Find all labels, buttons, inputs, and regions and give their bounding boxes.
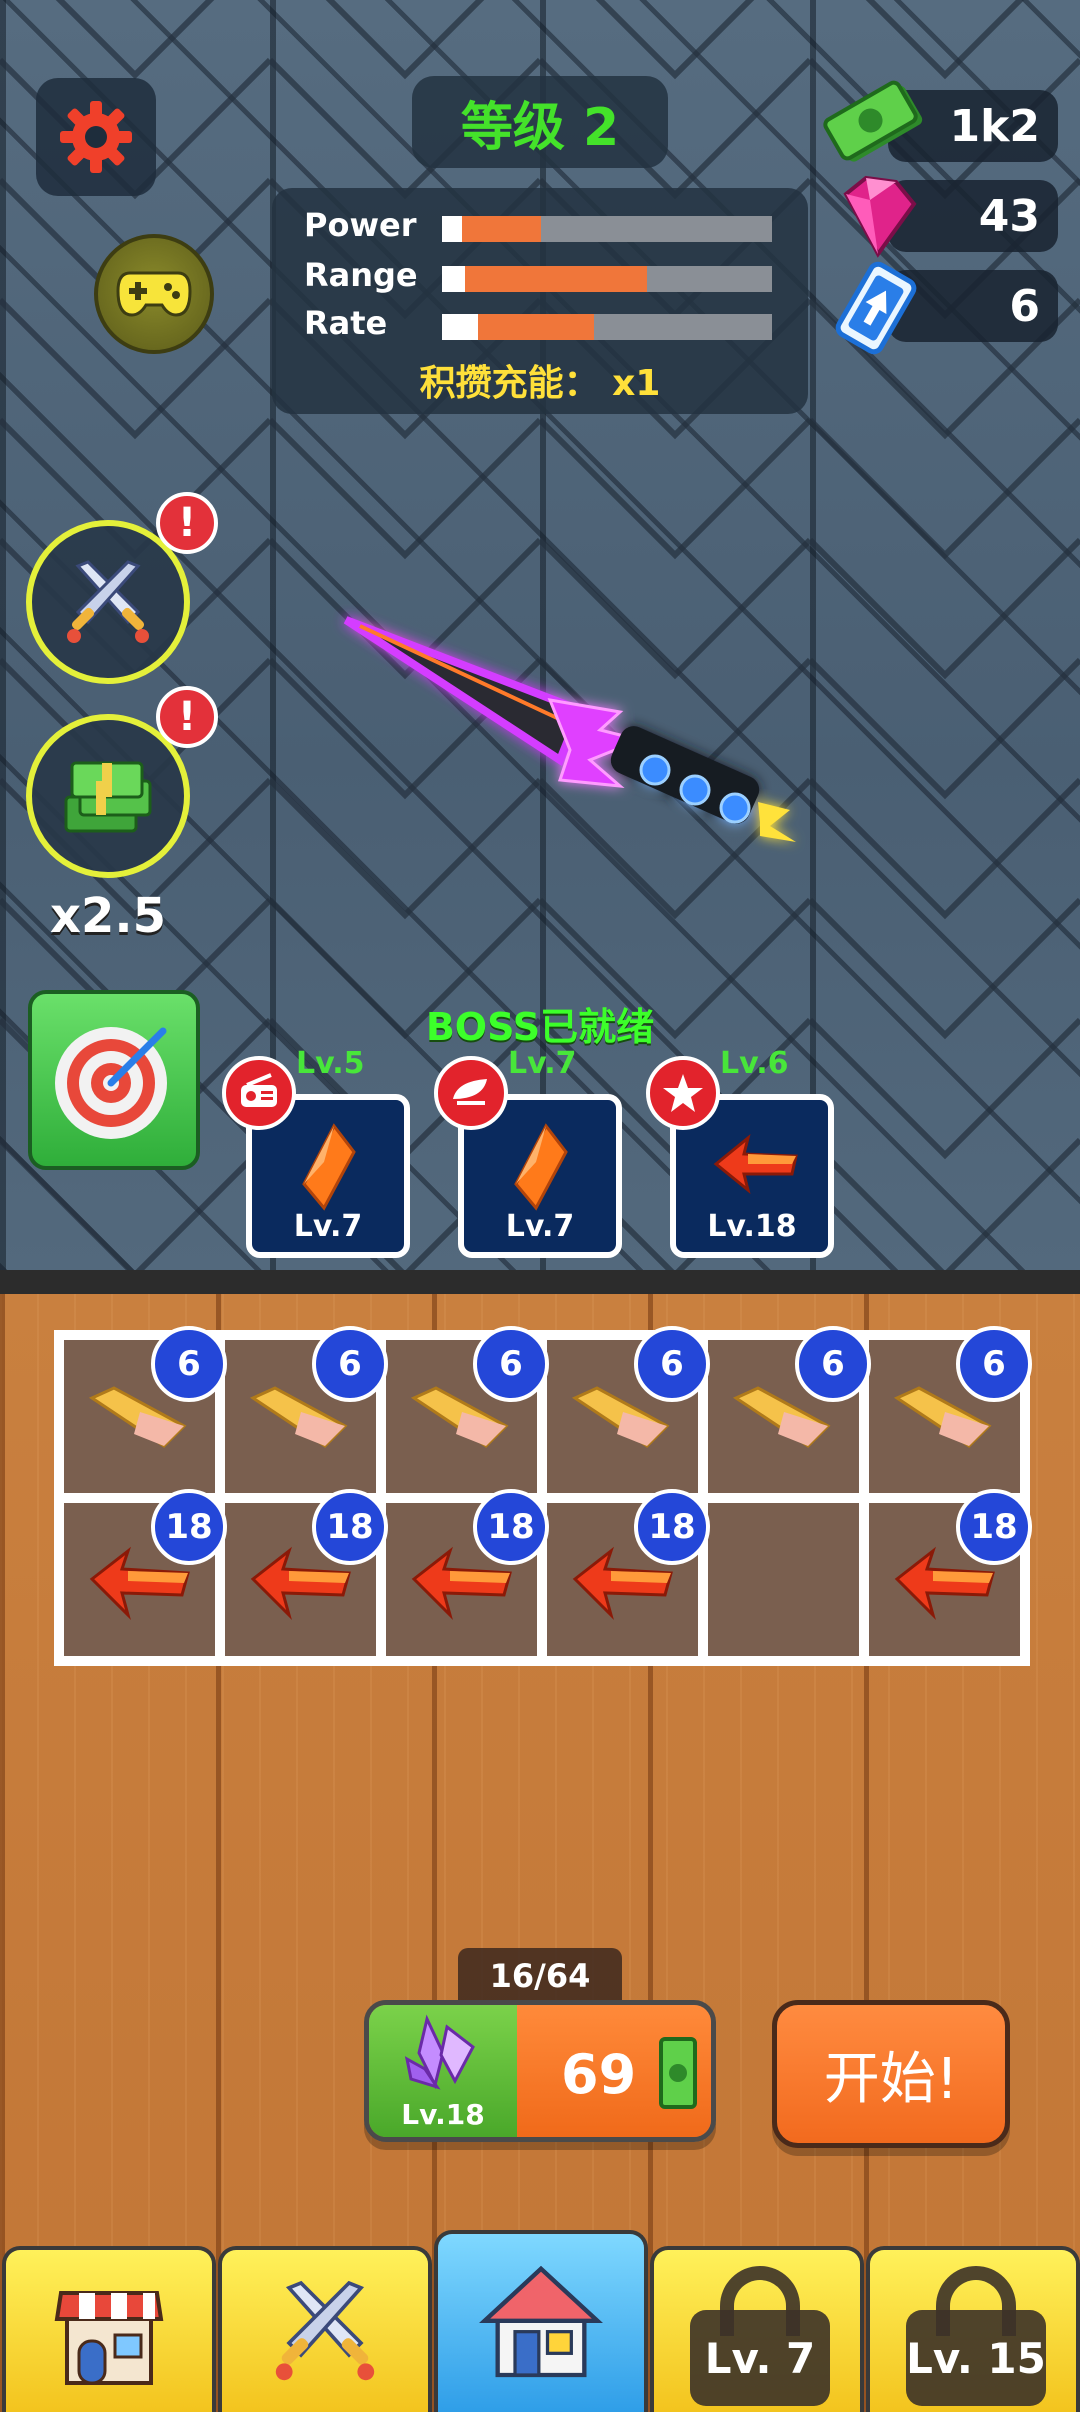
orange-crystal-icon bbox=[302, 1123, 356, 1211]
grid-cell[interactable]: 18 bbox=[386, 1489, 549, 1656]
locked-level-label: Lv. 15 bbox=[906, 2310, 1046, 2406]
weapons-alert-badge: ! bbox=[156, 492, 218, 554]
buy-price: 69 bbox=[561, 2043, 637, 2106]
income-alert-badge: ! bbox=[156, 686, 218, 748]
grid-capacity-counter: 16/64 bbox=[458, 1948, 622, 2004]
start-button[interactable]: 开始! bbox=[772, 2000, 1010, 2148]
grid-cell[interactable]: 6 bbox=[708, 1326, 871, 1493]
item-level-badge: 18 bbox=[312, 1489, 388, 1565]
settings-button[interactable] bbox=[36, 78, 156, 196]
turret-2-level: Lv.7 bbox=[505, 1209, 575, 1244]
item-level-badge: 18 bbox=[151, 1489, 227, 1565]
player-level-label: 等级 2 bbox=[412, 76, 668, 168]
item-level-badge: 6 bbox=[473, 1326, 549, 1402]
star-icon bbox=[646, 1056, 720, 1130]
grid-cell[interactable]: 18 bbox=[869, 1489, 1032, 1656]
orange-crystal-icon bbox=[514, 1123, 568, 1211]
gem-icon bbox=[843, 175, 917, 258]
grid-cell[interactable]: 6 bbox=[869, 1326, 1032, 1493]
bullet-icon bbox=[434, 1056, 508, 1130]
rate-bar bbox=[442, 314, 772, 340]
item-level-badge: 6 bbox=[956, 1326, 1032, 1402]
stats-panel: Power Range Rate 积攒充能： x1 bbox=[272, 188, 808, 414]
scene-divider bbox=[0, 1270, 1080, 1294]
grid-cell[interactable]: 6 bbox=[64, 1326, 227, 1493]
grid-cell[interactable]: 6 bbox=[386, 1326, 549, 1493]
home-icon bbox=[479, 2265, 603, 2378]
item-level-badge: 6 bbox=[312, 1326, 388, 1402]
boss-ready-label: BOSS已就绪 bbox=[425, 1005, 655, 1049]
stat-label-power: Power bbox=[304, 206, 417, 244]
item-level-badge: 6 bbox=[634, 1326, 710, 1402]
game-scene: 等级 2 Power Range Rate 积攒充能： x1 1k2 43 6 bbox=[0, 0, 1080, 1270]
item-level-badge: 18 bbox=[956, 1489, 1032, 1565]
crossed-swords-icon bbox=[67, 560, 149, 643]
income-multiplier-label: x2.5 bbox=[50, 888, 166, 944]
grid-cell[interactable]: 6 bbox=[225, 1326, 388, 1493]
stat-label-rate: Rate bbox=[304, 304, 388, 342]
cash-stack-icon bbox=[64, 761, 152, 833]
cash-icon bbox=[823, 80, 923, 162]
charge-multiplier-label: 积攒充能： x1 bbox=[419, 363, 661, 404]
range-bar bbox=[442, 266, 772, 292]
turret-1-level: Lv.7 bbox=[293, 1209, 363, 1244]
locked-level-label: Lv. 7 bbox=[690, 2310, 830, 2406]
cash-icon bbox=[659, 2037, 697, 2109]
turret-1-upgrade-level: Lv.5 bbox=[296, 1046, 365, 1081]
turret-3-upgrade-level: Lv.6 bbox=[720, 1046, 789, 1081]
sword-weapon bbox=[343, 616, 796, 842]
buy-crystal-level: Lv.18 bbox=[401, 2098, 485, 2131]
gear-icon bbox=[60, 101, 132, 173]
red-arrow-crystal-icon bbox=[713, 1133, 798, 1195]
grid-cell[interactable]: 18 bbox=[225, 1489, 388, 1656]
ticket-icon bbox=[835, 261, 917, 355]
nav-tab-locked-7[interactable]: Lv. 7 bbox=[650, 2246, 864, 2412]
gamepad-button[interactable] bbox=[94, 234, 214, 354]
item-level-badge: 18 bbox=[634, 1489, 710, 1565]
shop-icon bbox=[54, 2291, 164, 2385]
grid-cell[interactable]: 18 bbox=[547, 1489, 710, 1656]
turret-3-level: Lv.18 bbox=[707, 1209, 797, 1244]
turret-2-upgrade-level: Lv.7 bbox=[508, 1046, 577, 1081]
purple-crystal-icon bbox=[404, 2014, 475, 2090]
grid-cell[interactable]: 18 bbox=[64, 1489, 227, 1656]
nav-tab-locked-15[interactable]: Lv. 15 bbox=[866, 2246, 1080, 2412]
grid-cell[interactable]: 6 bbox=[547, 1326, 710, 1493]
buy-price-area: 69 bbox=[517, 2005, 711, 2137]
stat-label-range: Range bbox=[304, 256, 418, 294]
item-level-badge: 6 bbox=[151, 1326, 227, 1402]
buy-crystal-button[interactable]: Lv.18 69 bbox=[364, 2000, 716, 2142]
crossed-swords-icon bbox=[275, 2280, 375, 2381]
power-bar bbox=[442, 216, 772, 242]
merge-grid: 6 6 6 6 6 6 18 18 18 18 18 bbox=[54, 1326, 1032, 1666]
gamepad-icon bbox=[116, 271, 192, 317]
item-level-badge: 18 bbox=[473, 1489, 549, 1565]
buy-crystal-preview: Lv.18 bbox=[369, 2005, 517, 2137]
nav-tab-weapons[interactable] bbox=[218, 2246, 432, 2412]
grid-cell-empty[interactable] bbox=[708, 1503, 859, 1656]
nav-tab-shop[interactable] bbox=[2, 2246, 216, 2412]
radio-icon bbox=[222, 1056, 296, 1130]
item-level-badge: 6 bbox=[795, 1326, 871, 1402]
nav-tab-home[interactable] bbox=[434, 2230, 648, 2412]
